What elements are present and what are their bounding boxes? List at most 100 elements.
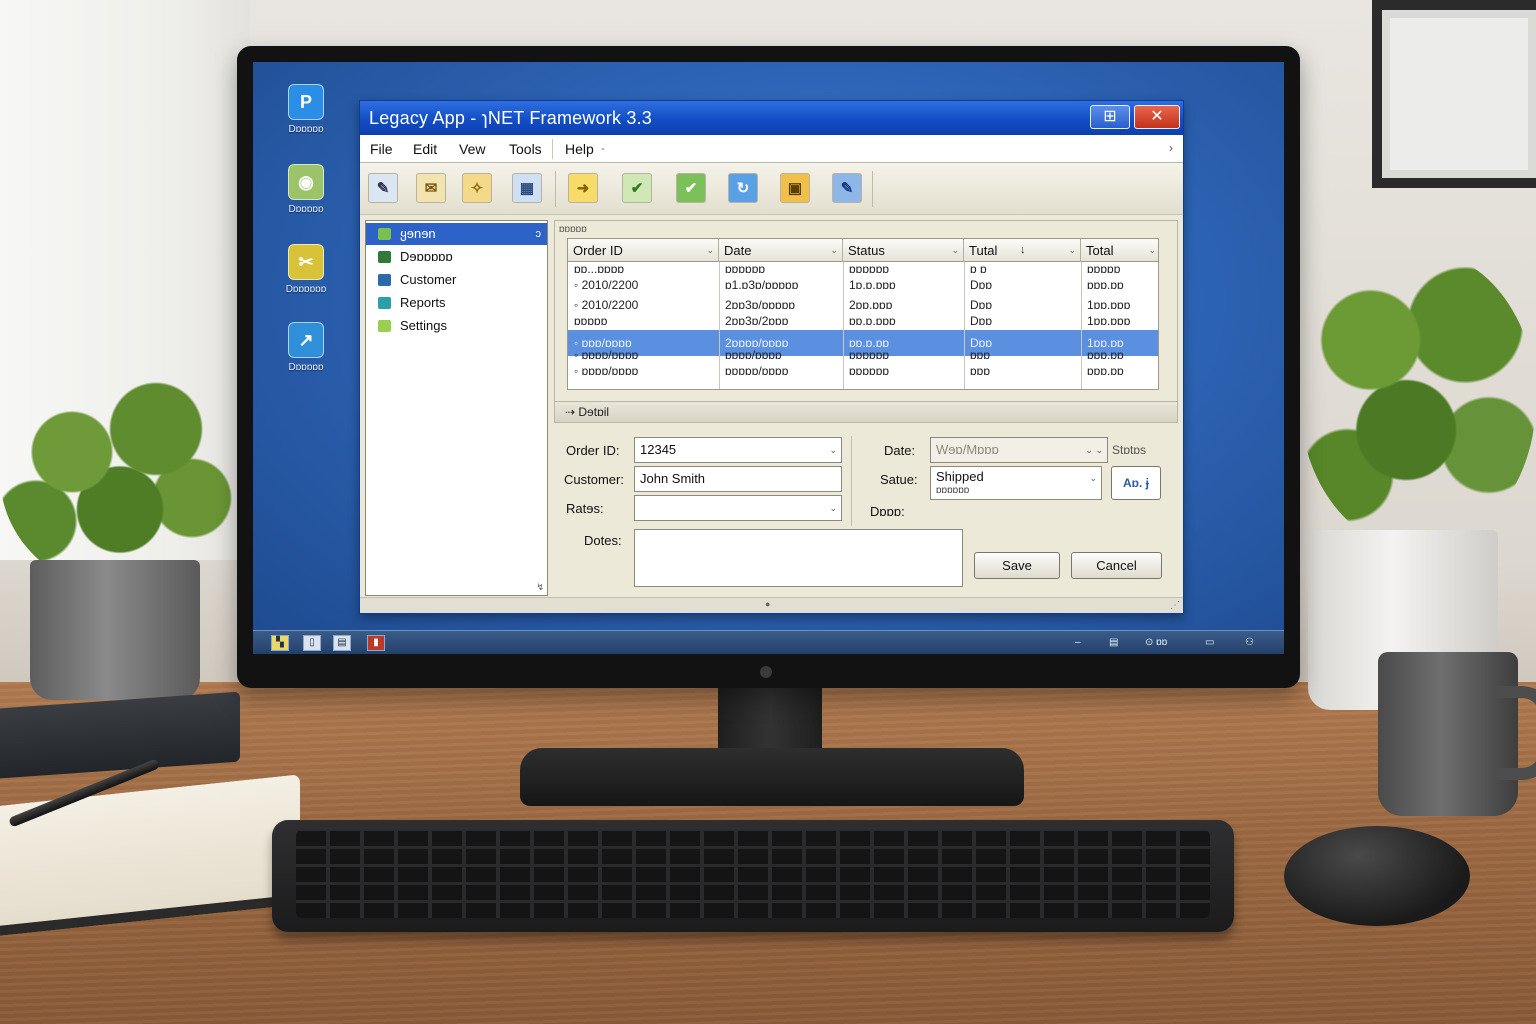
details-form: Order ID: 12345 ⌄ Customer: John Smith Ra… <box>554 426 1178 596</box>
home-icon <box>378 228 391 240</box>
status-apply-button[interactable]: Aɒ. ɉ <box>1111 466 1161 500</box>
notes-label: Dotes: <box>584 533 622 548</box>
close-button[interactable]: ✕ <box>1134 105 1180 129</box>
cancel-button[interactable]: Cancel <box>1071 552 1162 579</box>
document-icon[interactable]: ✎ <box>368 173 398 203</box>
nav-item-settings[interactable]: Settings <box>366 315 547 337</box>
nav-item-home[interactable]: ყɘnɘn ↄ <box>366 223 547 245</box>
sort-down-icon: ↓ <box>1020 244 1026 256</box>
lock-icon[interactable]: ▣ <box>780 173 810 203</box>
nav-item-reports[interactable]: Reports <box>366 292 547 314</box>
table-cell: ɒɒɒ <box>970 348 991 362</box>
date-field[interactable]: Wɘɒ/Mɒɒɒ ⌄ ⌄ <box>930 437 1108 463</box>
monitor-logo <box>760 666 772 678</box>
menu-separator <box>552 139 553 159</box>
monitor-icon[interactable]: ▭ <box>1205 635 1214 651</box>
nav-item-customer[interactable]: Customer <box>366 269 547 291</box>
column-header-tutal[interactable]: Tutal ↓ ⌄ <box>964 239 1081 262</box>
window-icon[interactable]: ▯ <box>303 635 321 651</box>
list-icon[interactable]: ▤ <box>333 635 351 651</box>
desktop-shortcut-3[interactable]: ✂ Dɒɒɒɒɒɒ <box>266 244 346 295</box>
table-cell: ɒɒ.ɒ.ɒɒɒ <box>849 314 896 328</box>
clock-icon[interactable]: ⊙ ɒɒ <box>1145 635 1167 651</box>
table-cell: ◦ 2010/2200 <box>574 278 639 292</box>
table-cell: 1ɒɒ.ɒɒɒ <box>1087 298 1131 312</box>
keyboard <box>272 820 1234 932</box>
table-row[interactable]: ◦ 2010/2200 2ɒɒ3ɒ/ɒɒɒɒɒ 2ɒɒ.ɒɒɒ Dɒɒ 1ɒɒ.ɒɒɒ <box>568 297 1158 313</box>
status-bar-indicator: ● <box>765 599 771 609</box>
maximize-button[interactable]: ⊞ <box>1090 105 1130 129</box>
tools-icon: ✂ <box>288 244 324 280</box>
desktop-shortcut-label: Dɒɒɒɒɒ <box>288 124 324 135</box>
menu-view[interactable]: Vew <box>459 141 485 157</box>
column-header-status[interactable]: Status ⌄ <box>843 239 964 262</box>
resize-grip-icon[interactable]: ↯ <box>536 582 544 593</box>
table-row[interactable]: ◦ ɒɒɒɒ/ɒɒɒɒ ɒɒɒɒɒ/ɒɒɒɒ ɒɒɒɒɒɒ ɒɒɒ ɒɒɒ.ɒɒ <box>568 363 1158 379</box>
nav-item-dashboard[interactable]: Dɘɒɒɒɒɒ <box>366 246 547 268</box>
menu-edit[interactable]: Edit <box>413 141 437 157</box>
details-section-header[interactable]: ⇢ Dɘtɒil <box>554 401 1178 423</box>
status-side-label: Stɒtɒs <box>1112 443 1147 457</box>
customer-field[interactable]: John Smith <box>634 466 842 492</box>
menu-help[interactable]: Help <box>565 141 594 157</box>
rates-field[interactable]: ⌄ <box>634 495 842 521</box>
column-header-order-id[interactable]: Order ID ⌄ <box>568 239 719 262</box>
settings-icon <box>378 320 391 332</box>
save-button[interactable]: Save <box>974 552 1060 579</box>
network-icon[interactable]: ▤ <box>1109 635 1118 651</box>
wall-picture-frame <box>1372 0 1536 188</box>
desktop-shortcut-label: Dɒɒɒɒɒɒ <box>285 284 327 295</box>
tray-chevron-icon[interactable]: – <box>1075 635 1081 651</box>
table-cell: ɒɒɒɒɒ <box>1087 262 1121 276</box>
table-cell: ɒɒɒɒɒɒ <box>849 262 890 276</box>
table-row[interactable]: ◦ ɒɒɒɒ/ɒɒɒɒ ɒɒɒɒ/ɒɒɒɒ ɒɒɒɒɒɒ ɒɒɒ ɒɒɒ.ɒɒ <box>568 347 1158 363</box>
globe-icon: ◉ <box>288 164 324 200</box>
column-header-date[interactable]: Date ⌄ <box>719 239 843 262</box>
folder-icon[interactable]: ✧ <box>462 173 492 203</box>
grid-icon[interactable]: ▦ <box>512 173 542 203</box>
table-cell: ɒɒɒ <box>970 364 991 378</box>
users-icon[interactable]: ⚇ <box>1245 635 1254 651</box>
customer-icon <box>378 274 391 286</box>
orders-grid: Order ID ⌄ Date ⌄ Status ⌄ Tutal ↓ ⌄ Total ⌄ ɒ… <box>567 238 1159 390</box>
menu-tools[interactable]: Tools <box>509 141 542 157</box>
checklist-icon[interactable]: ✔ <box>622 173 652 203</box>
table-row[interactable]: ɒɒ...ɒɒɒɒ ɒɒɒɒɒɒ ɒɒɒɒɒɒ ɒ ɒ ɒɒɒɒɒ <box>568 262 1158 276</box>
menu-file[interactable]: File <box>370 141 393 157</box>
refresh-icon[interactable]: ↻ <box>728 173 758 203</box>
nav-item-label: Dɘɒɒɒɒɒ <box>400 249 453 264</box>
edit-icon[interactable]: ✎ <box>832 173 862 203</box>
column-header-total[interactable]: Total ⌄ <box>1081 239 1158 262</box>
resize-grip-icon[interactable]: ⋰ <box>1170 600 1180 611</box>
app-running-icon[interactable]: ▮ <box>367 635 385 651</box>
table-cell: ɒɒɒɒ/ɒɒɒɒ <box>725 348 782 362</box>
nav-item-label: Settings <box>400 318 447 333</box>
title-bar[interactable]: Legacy App - ɿNET Framework 3.3 ⊞ ✕ <box>360 101 1183 135</box>
approve-icon[interactable]: ✔ <box>676 173 706 203</box>
table-cell: ◦ ɒɒɒɒ/ɒɒɒɒ <box>574 348 639 362</box>
desktop-shortcut-4[interactable]: ↗ Dɒɒɒɒɒ <box>266 322 346 373</box>
table-cell: 2ɒɒ3ɒ/ɒɒɒɒɒ <box>725 298 796 312</box>
table-cell: ɒɒ...ɒɒɒɒ <box>574 262 625 276</box>
export-icon[interactable]: ➜ <box>568 173 598 203</box>
order-id-field[interactable]: 12345 ⌄ <box>634 437 842 463</box>
orders-grid-panel: ɒɒɒɒɒ Order ID ⌄ Date ⌄ Status ⌄ Tutal ↓ ⌄ To… <box>554 220 1178 404</box>
table-row[interactable]: ◦ 2010/2200 ɒ1.ɒ3ɒ/ɒɒɒɒɒ 1ɒ.ɒ.ɒɒɒ Dɒɒ ɒɒɒ.ɒɒ <box>568 276 1158 294</box>
table-cell: ◦ 2010/2200 <box>574 298 639 312</box>
table-cell: ◦ ɒɒɒɒ/ɒɒɒɒ <box>574 364 639 378</box>
nav-pin-icon[interactable]: ↄ <box>536 223 542 245</box>
menu-overflow-icon[interactable]: › <box>1169 141 1173 155</box>
status-dropdown[interactable]: Shipped ɒɒɒɒɒɒ ⌄ <box>930 466 1102 500</box>
table-row[interactable]: ɒɒɒɒɒ 2ɒɒ3ɒ/2ɒɒɒ ɒɒ.ɒ.ɒɒɒ Dɒɒ 1ɒɒ.ɒɒɒ <box>568 313 1158 329</box>
mail-icon[interactable]: ✉ <box>416 173 446 203</box>
start-icon[interactable]: ▚ <box>271 635 289 651</box>
desktop-shortcut-1[interactable]: P Dɒɒɒɒɒ <box>266 84 346 135</box>
window-title: Legacy App - ɿNET Framework 3.3 <box>369 108 652 128</box>
desktop-shortcut-2[interactable]: ◉ Dɒɒɒɒɒ <box>266 164 346 215</box>
table-cell: 2ɒɒ3ɒ/2ɒɒɒ <box>725 314 789 328</box>
nav-item-label: ყɘnɘn <box>400 226 436 241</box>
details-title: Dɘtɒil <box>578 405 610 419</box>
notes-textarea[interactable] <box>634 529 963 587</box>
table-cell: ɒɒɒ.ɒɒ <box>1087 348 1124 362</box>
form-divider <box>851 436 852 526</box>
